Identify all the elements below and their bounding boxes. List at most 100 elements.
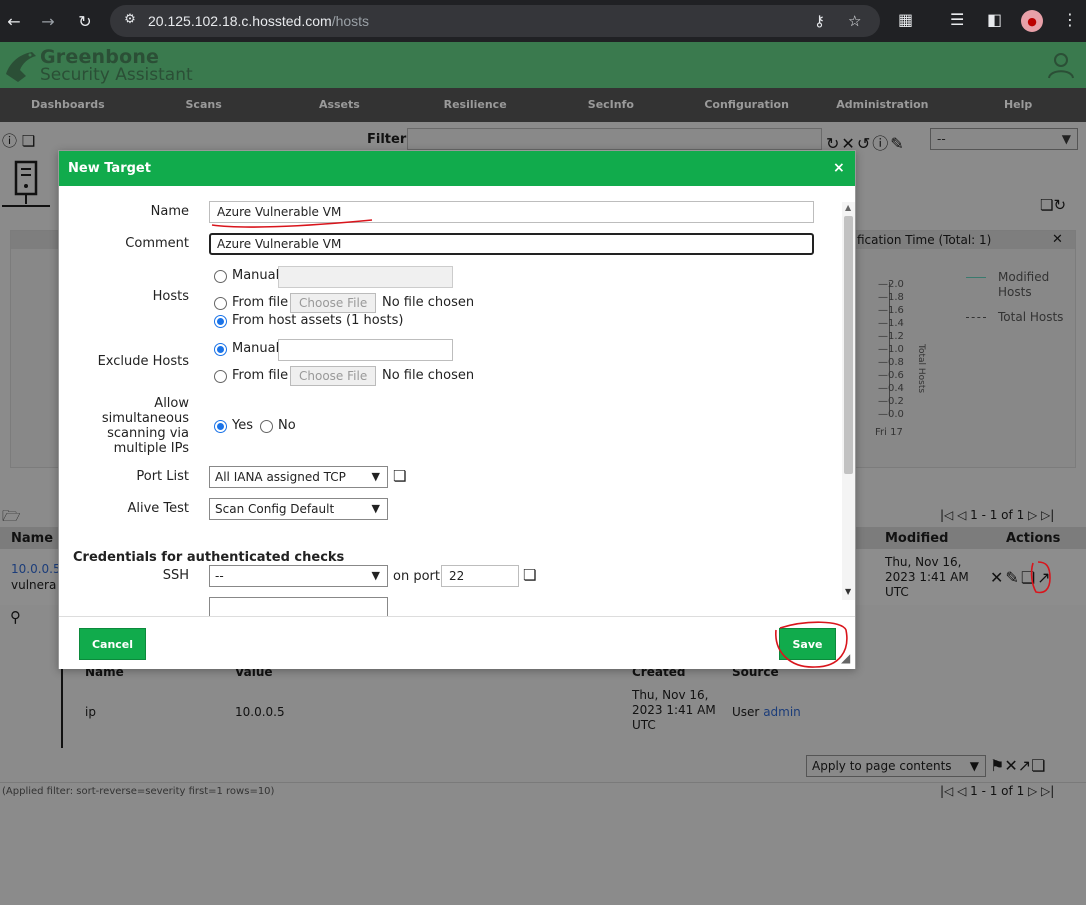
- help-icon[interactable]: ⓘ ❏: [2, 130, 35, 151]
- menu-configuration[interactable]: Configuration: [679, 88, 815, 122]
- legend-total-hosts: Total Hosts: [966, 310, 1063, 325]
- hosts-choose-file-button[interactable]: Choose File: [290, 293, 377, 313]
- next-credential-select[interactable]: [209, 597, 388, 616]
- dialog-body: Name Comment Hosts Manual From file Choo…: [59, 186, 857, 616]
- resize-handle-icon[interactable]: ◢: [841, 651, 850, 665]
- host-details-box: [61, 662, 1086, 748]
- chart-close-icon[interactable]: ✕: [1052, 232, 1063, 247]
- gsa-header: Greenbone Security Assistant: [0, 42, 1086, 88]
- side-panel-icon[interactable]: ◧: [987, 10, 1002, 29]
- filter-label: Filter: [367, 132, 407, 147]
- credentials-section-title: Credentials for authenticated checks: [73, 550, 345, 565]
- exclude-manual-label[interactable]: Manual: [232, 341, 279, 356]
- browser-toolbar: ← → ↻ ⚙ 20.125.102.18.c.hossted.com/host…: [0, 0, 1086, 42]
- hosts-assets-radio[interactable]: [214, 315, 227, 328]
- hosts-manual-label[interactable]: Manual: [232, 268, 279, 283]
- detail-created: Thu, Nov 16, 2023 1:41 AM UTC: [632, 688, 716, 732]
- y-axis-ticks: —2.0 —1.8 —1.6 —1.4 —1.2 —1.0 —0.8 —0.6 …: [878, 279, 904, 420]
- site-info-icon[interactable]: ⚙: [120, 12, 140, 30]
- new-credential-icon[interactable]: ❏: [523, 566, 539, 584]
- exclude-hosts-input[interactable]: [278, 339, 453, 361]
- comment-input[interactable]: [209, 233, 814, 255]
- col-modified[interactable]: Modified: [885, 531, 948, 546]
- dialog-footer: Cancel Save: [59, 616, 855, 669]
- user-icon[interactable]: [1046, 50, 1076, 80]
- menu-kebab-icon[interactable]: ⋮: [1062, 10, 1078, 29]
- reload-icon[interactable]: ↻: [74, 10, 96, 32]
- cancel-button[interactable]: Cancel: [79, 628, 146, 660]
- legend-modified-hosts: Modified Hosts: [966, 270, 1086, 300]
- key-icon[interactable]: ⚷: [814, 12, 825, 30]
- profile-avatar[interactable]: ●: [1021, 10, 1043, 32]
- simultaneous-no-label[interactable]: No: [278, 418, 296, 433]
- host-name-sub: vulnera: [11, 578, 57, 592]
- pagination-bottom[interactable]: |◁ ◁ 1 - 1 of 1 ▷ ▷|: [940, 784, 1054, 798]
- menu-dashboards[interactable]: Dashboards: [0, 88, 136, 122]
- close-icon[interactable]: ×: [833, 160, 845, 176]
- hosts-manual-radio[interactable]: [214, 270, 227, 283]
- port-list-select[interactable]: All IANA assigned TCP ▼: [209, 466, 388, 488]
- hosts-no-file-text: No file chosen: [382, 295, 475, 310]
- host-name-link[interactable]: 10.0.0.5: [11, 562, 61, 577]
- menu-help[interactable]: Help: [950, 88, 1086, 122]
- dialog-scrollbar[interactable]: ▲ ▼: [842, 202, 855, 600]
- hosts-manual-input[interactable]: [278, 266, 453, 288]
- menu-secinfo[interactable]: SecInfo: [543, 88, 679, 122]
- new-and-reset-icon[interactable]: ❏↻: [1040, 196, 1066, 214]
- greenbone-logo-icon[interactable]: [2, 44, 40, 86]
- detail-value: 10.0.0.5: [235, 705, 285, 719]
- exclude-hosts-label: Exclude Hosts: [97, 354, 189, 369]
- zoom-icon[interactable]: ⚲: [10, 608, 21, 626]
- exclude-file-label[interactable]: From file: [232, 368, 288, 383]
- row-actions-icon[interactable]: ✕✎❏↗: [990, 568, 1053, 587]
- source-admin-link[interactable]: admin: [763, 705, 801, 719]
- exclude-manual-radio[interactable]: [214, 343, 227, 356]
- apply-to-select[interactable]: Apply to page contents ▼: [806, 755, 986, 777]
- hosts-file-radio[interactable]: [214, 297, 227, 310]
- ssh-label: SSH: [162, 568, 189, 583]
- bookmark-star-icon[interactable]: ☆: [848, 12, 861, 30]
- host-section-icon: [2, 160, 50, 207]
- filter-select[interactable]: -- ▼: [930, 128, 1078, 150]
- save-button[interactable]: Save: [779, 628, 836, 660]
- dialog-header[interactable]: New Target ×: [59, 151, 855, 186]
- menu-scans[interactable]: Scans: [136, 88, 272, 122]
- ssh-port-input[interactable]: [441, 565, 519, 587]
- menu-administration[interactable]: Administration: [815, 88, 951, 122]
- col-name[interactable]: Name: [11, 531, 53, 546]
- simultaneous-yes-label[interactable]: Yes: [232, 418, 253, 433]
- address-bar[interactable]: ⚙ 20.125.102.18.c.hossted.com/hosts ⚷ ☆: [110, 5, 880, 37]
- on-port-label: on port: [393, 569, 440, 584]
- hosts-assets-label[interactable]: From host assets (1 hosts): [232, 313, 403, 328]
- extensions-icon[interactable]: ▦: [898, 10, 913, 29]
- filter-input[interactable]: [407, 128, 822, 150]
- bulk-actions-icon[interactable]: ⚑✕↗❏: [990, 756, 1046, 775]
- simultaneous-no-radio[interactable]: [260, 420, 273, 433]
- name-input[interactable]: [209, 201, 814, 223]
- host-modified: Thu, Nov 16, 2023 1:41 AM UTC: [885, 555, 969, 599]
- forward-icon[interactable]: →: [37, 10, 59, 32]
- new-port-list-icon[interactable]: ❏: [393, 467, 409, 485]
- alive-test-label: Alive Test: [127, 501, 189, 516]
- exclude-choose-file-button[interactable]: Choose File: [290, 366, 377, 386]
- exclude-no-file-text: No file chosen: [382, 368, 475, 383]
- port-list-label: Port List: [136, 469, 189, 484]
- comment-label: Comment: [125, 236, 189, 251]
- pagination-top[interactable]: |◁ ◁ 1 - 1 of 1 ▷ ▷|: [940, 508, 1054, 522]
- alive-test-select[interactable]: Scan Config Default ▼: [209, 498, 388, 520]
- applied-filter-text: (Applied filter: sort-reverse=severity f…: [2, 786, 275, 797]
- hosts-file-label[interactable]: From file: [232, 295, 288, 310]
- exclude-file-radio[interactable]: [214, 370, 227, 383]
- ssh-credential-select[interactable]: -- ▼: [209, 565, 388, 587]
- menu-assets[interactable]: Assets: [272, 88, 408, 122]
- detail-name: ip: [85, 705, 96, 719]
- name-label: Name: [150, 204, 189, 219]
- simultaneous-yes-radio[interactable]: [214, 420, 227, 433]
- x-axis-label: Fri 17: [875, 427, 903, 438]
- menu-resilience[interactable]: Resilience: [407, 88, 543, 122]
- back-icon[interactable]: ←: [3, 10, 25, 32]
- col-actions: Actions: [1006, 531, 1061, 546]
- media-icon[interactable]: ☰: [950, 10, 964, 29]
- detail-source: User admin: [732, 705, 801, 719]
- main-menu: Dashboards Scans Assets Resilience SecIn…: [0, 88, 1086, 122]
